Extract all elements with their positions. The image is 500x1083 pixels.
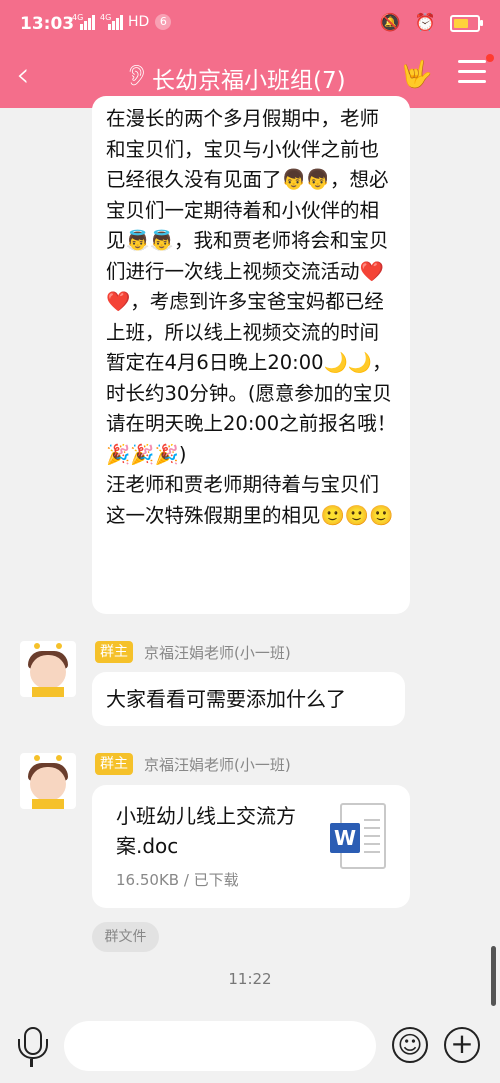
vibrate-off-icon: 🔕 [379,13,401,33]
signal-icon: 4G [72,14,95,30]
network-label: HD [128,14,150,30]
battery-icon [450,14,483,32]
message-input[interactable] [64,1021,376,1071]
status-bar: 13:03 4G 4G HD 6 🔕 ⏰ [0,0,500,46]
file-name: 小班幼儿线上交流方案.doc [116,804,296,858]
status-left-icons: 4G 4G HD 6 [72,14,172,30]
chat-title: 长幼京福小班组(7) [152,68,346,94]
menu-icon[interactable] [458,54,494,90]
chevron-left-icon[interactable]: ‹ [16,58,30,92]
avatar[interactable] [20,753,76,809]
group-files-chip[interactable]: 群文件 [92,922,159,952]
avatar[interactable] [20,641,76,697]
timestamp: 11:22 [228,970,272,988]
top-bar: 13:03 4G 4G HD 6 🔕 ⏰ ‹ 👂︎ 长幼京福小班组(7) 🤟 [0,0,500,108]
notification-count-badge: 6 [155,14,172,30]
file-info: 16.50KB / 已下载 [116,871,239,889]
scrollbar[interactable] [491,946,496,1006]
status-right-icons: 🔕 ⏰ [379,13,483,33]
alarm-icon: ⏰ [414,13,436,33]
hand-gesture-icon[interactable]: 🤟 [400,60,432,90]
status-time: 13:03 [20,14,75,34]
emoji-icon[interactable]: ☺︎ [392,1027,428,1063]
long-message-bubble[interactable]: 在漫长的两个多月假期中，老师和宝贝们，宝贝与小伙伴之前也已经很久没有见面了👦👦，… [92,96,410,614]
input-bar: ☺︎ + [0,1013,500,1083]
file-message-card[interactable]: 小班幼儿线上交流方案.doc 16.50KB / 已下载 W [92,785,410,908]
sender-name: 京福汪娟老师(小一班) [144,644,291,662]
sender-name: 京福汪娟老师(小一班) [144,756,291,774]
plus-icon[interactable]: + [444,1027,480,1063]
word-doc-icon: W [330,803,386,871]
signal-icon-2: 4G [100,14,123,30]
group-owner-badge: 群主 [95,641,133,663]
group-owner-badge: 群主 [95,753,133,775]
text-message-bubble[interactable]: 大家看看可需要添加什么了 [92,672,405,726]
ear-icon: 👂︎ [124,63,150,87]
microphone-icon[interactable] [18,1027,48,1071]
